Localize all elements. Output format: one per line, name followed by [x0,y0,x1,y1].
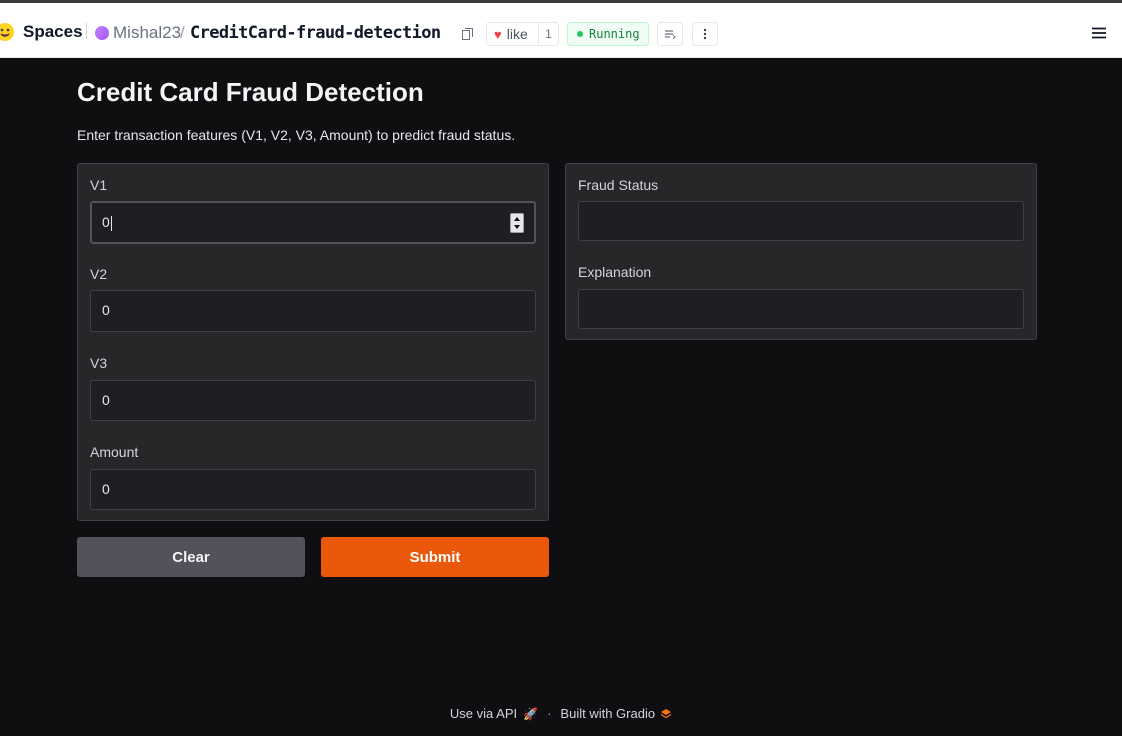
owner-avatar[interactable] [95,26,109,40]
v3-number-input[interactable]: 0 [90,380,536,421]
v1-value: 0 [102,214,112,231]
status-text: Running [589,27,640,41]
header-divider [86,23,87,39]
explanation-label: Explanation [578,264,652,280]
text-caret [110,215,112,231]
amount-value: 0 [102,481,110,497]
like-count[interactable]: 1 [539,27,558,41]
v1-label: V1 [90,177,108,193]
app-title: Credit Card Fraud Detection [77,77,424,107]
more-vertical-icon [703,28,707,40]
explanation-output[interactable] [578,289,1024,329]
hugging-face-logo-icon[interactable] [0,22,16,42]
spaces-link[interactable]: Spaces [23,22,83,42]
built-with-gradio-link[interactable]: Built with Gradio [560,706,655,721]
app-description: Enter transaction features (V1, V2, V3, … [77,127,516,143]
gradio-logo-icon [660,708,672,718]
spaces-header: Spaces Mishal23 / CreditCard-fraud-detec… [0,3,1122,58]
outputs-panel: Fraud Status Explanation [565,163,1037,340]
v1-number-input[interactable]: 0 [90,201,536,244]
number-spinner-icon[interactable] [510,213,524,233]
v2-number-input[interactable]: 0 [90,290,536,332]
v2-label: V2 [90,266,108,282]
rocket-icon: 🚀 [523,706,539,721]
like-label: like [506,26,528,42]
amount-label: Amount [90,444,139,460]
owner-link[interactable]: Mishal23 [113,23,181,43]
clear-button[interactable]: Clear [77,537,305,577]
repo-name-link[interactable]: CreditCard-fraud-detection [190,23,441,43]
like-toggle[interactable]: ♥ like [487,23,539,45]
footer: Use via API 🚀 · Built with Gradio [0,706,1122,721]
more-options-button[interactable] [692,22,718,46]
path-slash: / [180,23,185,42]
inputs-panel: V1 0 V2 0 V3 0 Amount 0 [77,163,549,521]
v3-value: 0 [102,392,110,408]
like-button[interactable]: ♥ like 1 [486,22,559,46]
fraud-status-label: Fraud Status [578,177,659,193]
footer-separator: · [547,706,552,721]
amount-number-input[interactable]: 0 [90,469,536,510]
fraud-status-output[interactable] [578,201,1024,241]
heart-icon: ♥ [494,26,502,42]
v2-value: 0 [102,302,110,318]
copy-icon[interactable] [462,28,473,40]
v3-label: V3 [90,355,108,371]
submit-button[interactable]: Submit [321,537,549,577]
logs-button[interactable] [657,22,683,46]
hamburger-menu-icon[interactable] [1092,27,1106,39]
logs-icon [665,30,676,39]
status-badge[interactable]: Running [567,22,649,46]
use-via-api-link[interactable]: Use via API [450,706,517,721]
status-dot-icon [577,31,583,37]
